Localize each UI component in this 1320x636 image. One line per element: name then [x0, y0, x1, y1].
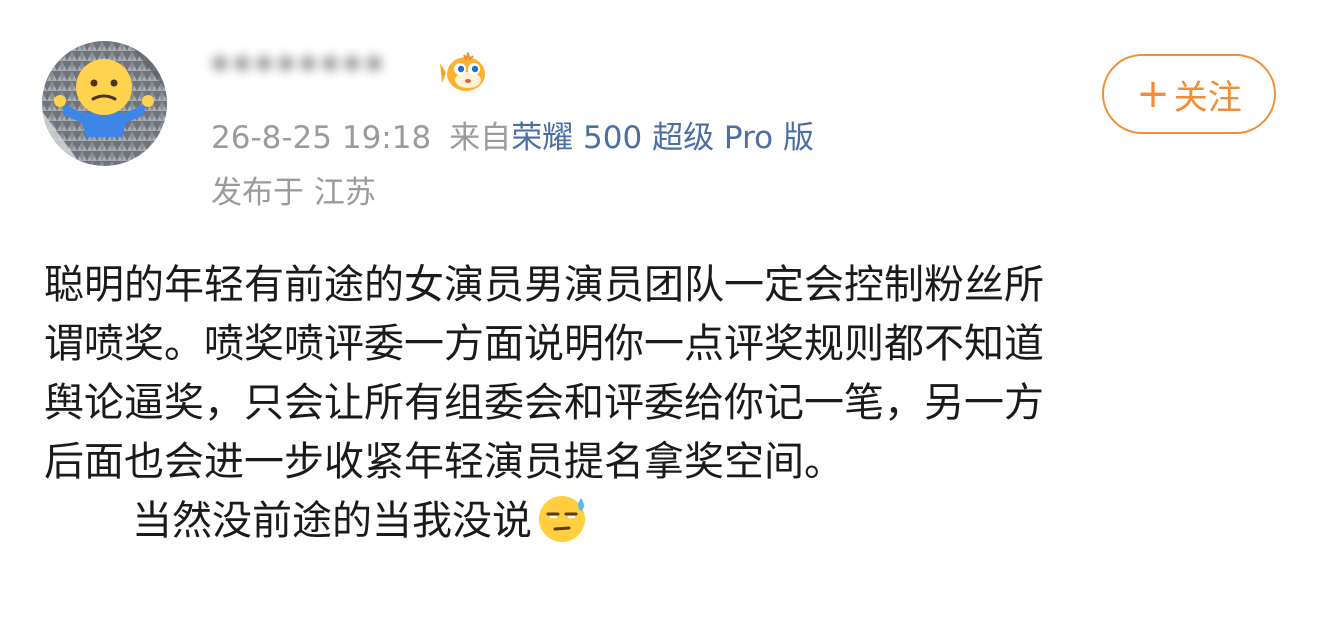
post-location: 发布于 江苏 — [211, 175, 376, 211]
post-timestamp: 26-8-25 19:18 — [211, 120, 432, 156]
author-avatar[interactable] — [42, 41, 167, 166]
post-body-line: 谓喷奖。喷奖喷评委一方面说明你一点评奖规则都不知道 — [44, 321, 1044, 367]
post-meta: 26-8-25 19:18 来自荣耀 500 超级 Pro 版 — [211, 118, 814, 158]
post-body-line: 后面也会进一步收紧年轻演员提名拿奖空间。 — [44, 439, 844, 485]
sweat-unamused-emoji-icon — [536, 492, 588, 561]
plus-icon: + — [1136, 71, 1170, 117]
orange-pufferfish-badge-icon — [440, 51, 488, 95]
device-link[interactable]: 荣耀 500 超级 Pro 版 — [511, 120, 814, 156]
follow-button[interactable]: + 关注 — [1102, 54, 1276, 134]
post-body-last-line: 当然没前途的当我没说 — [44, 492, 1284, 561]
follow-button-label: 关注 — [1173, 77, 1242, 118]
confused-shrug-emoji-avatar-icon — [42, 41, 167, 166]
source-label: 来自 — [449, 120, 512, 156]
post-body-line: 聪明的年轻有前途的女演员男演员团队一定会控制粉丝所 — [44, 262, 1044, 308]
post-body: 聪明的年轻有前途的女演员男演员团队一定会控制粉丝所 谓喷奖。喷奖喷评委一方面说明… — [44, 256, 1284, 561]
post-body-line: 舆论逼奖，只会让所有组委会和评委给你记一笔，另一方 — [44, 380, 1044, 426]
author-name[interactable]: ******** — [210, 50, 438, 92]
post-body-last-line-text: 当然没前途的当我没说 — [132, 498, 532, 544]
author-name-text: ******** — [210, 48, 386, 94]
